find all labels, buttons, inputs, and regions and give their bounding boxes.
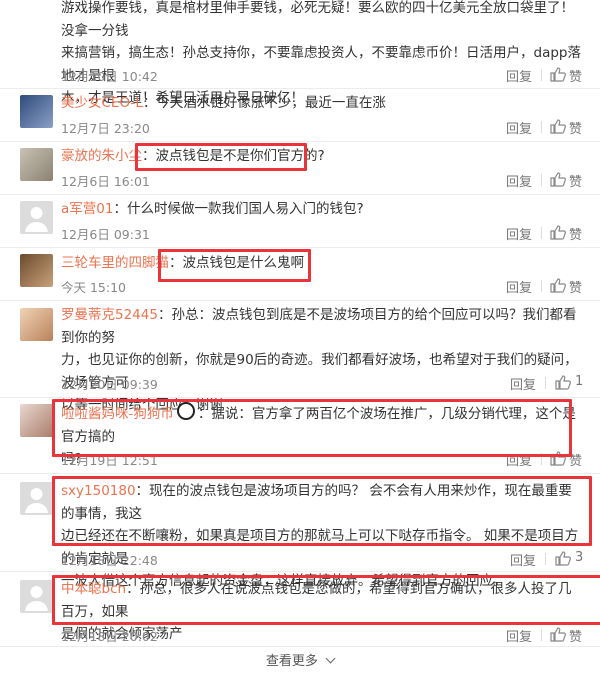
- like-count[interactable]: 3: [575, 550, 583, 565]
- divider: [0, 194, 600, 195]
- divider: [0, 397, 600, 398]
- like-label[interactable]: 赞: [569, 224, 582, 243]
- divider: [0, 88, 600, 89]
- reply-button[interactable]: 回复: [506, 224, 532, 243]
- divider: [0, 300, 600, 301]
- reply-button[interactable]: 回复: [506, 118, 532, 137]
- avatar[interactable]: [20, 580, 53, 613]
- like-label[interactable]: 赞: [569, 277, 582, 296]
- divider: [0, 473, 600, 474]
- comment-time: 12月18日 22:48: [61, 553, 158, 568]
- like-label[interactable]: 赞: [569, 626, 582, 645]
- reply-button[interactable]: 回复: [506, 66, 532, 85]
- divider: [545, 377, 546, 389]
- commenter-name[interactable]: 豪放的朱小尘: [61, 148, 142, 164]
- like-label[interactable]: 赞: [569, 118, 582, 137]
- view-more-link[interactable]: 查看更多: [0, 650, 600, 669]
- like-icon[interactable]: [555, 551, 571, 566]
- comment-text: a军营01：什么时候做一款我们国人易入门的钱包?: [61, 201, 364, 217]
- highlight-box: [158, 249, 311, 282]
- divider: [541, 69, 542, 81]
- comment-text: 三轮车里的四脚猫：波点钱包是什么鬼啊: [61, 255, 304, 271]
- like-icon[interactable]: [550, 67, 566, 82]
- like-icon[interactable]: [550, 278, 566, 293]
- avatar[interactable]: [20, 254, 53, 287]
- comment-time: 12月18日 20:02: [61, 629, 158, 644]
- like-icon[interactable]: [550, 119, 566, 134]
- reply-button[interactable]: 回复: [506, 277, 532, 296]
- commenter-name[interactable]: 罗曼蒂克52445: [61, 307, 158, 323]
- divider: [541, 174, 542, 186]
- avatar[interactable]: [20, 95, 53, 128]
- commenter-name[interactable]: a军营01: [61, 201, 113, 217]
- avatar[interactable]: [20, 308, 53, 341]
- divider: [0, 646, 600, 647]
- reply-button[interactable]: 回复: [510, 374, 536, 393]
- divider: [541, 629, 542, 641]
- like-icon[interactable]: [550, 225, 566, 240]
- divider: [541, 121, 542, 133]
- avatar[interactable]: [20, 201, 53, 234]
- highlight-box: [52, 575, 600, 625]
- like-label[interactable]: 赞: [569, 171, 582, 190]
- avatar[interactable]: [20, 148, 53, 181]
- divider: [545, 553, 546, 565]
- default-avatar-icon: [25, 586, 48, 611]
- comment-time: 12月6日 09:31: [61, 227, 150, 242]
- like-icon[interactable]: [550, 627, 566, 642]
- like-icon[interactable]: [550, 172, 566, 187]
- chevron-down-icon: [325, 653, 336, 664]
- comment-time: 12月7日 23:20: [61, 121, 150, 136]
- commenter-name[interactable]: 三轮车里的四脚猫: [61, 255, 169, 271]
- divider: [0, 247, 600, 248]
- comment-time: 12月10日 10:42: [61, 69, 158, 84]
- comment-time: 12月6日 16:01: [61, 174, 150, 189]
- default-avatar-icon: [25, 488, 48, 513]
- comment-time: 今天 15:10: [61, 280, 126, 295]
- divider: [541, 280, 542, 292]
- comment-text: 美少女CEO-L：今天酒水链好像涨不少，最近一直在涨: [61, 95, 386, 111]
- avatar[interactable]: [20, 404, 53, 437]
- avatar[interactable]: [20, 482, 53, 515]
- like-count[interactable]: 1: [575, 374, 583, 389]
- reply-button[interactable]: 回复: [510, 550, 536, 569]
- divider: [0, 571, 600, 572]
- reply-button[interactable]: 回复: [506, 171, 532, 190]
- comment-time: 12月20日 09:39: [61, 377, 158, 392]
- divider: [541, 227, 542, 239]
- commenter-name[interactable]: 美少女CEO-L: [61, 95, 143, 111]
- default-avatar-icon: [25, 207, 48, 232]
- like-label[interactable]: 赞: [569, 66, 582, 85]
- like-icon[interactable]: [555, 375, 571, 390]
- highlight-box: [52, 476, 592, 546]
- reply-button[interactable]: 回复: [506, 626, 532, 645]
- divider: [0, 141, 600, 142]
- highlight-box: [135, 143, 307, 171]
- highlight-box: [52, 399, 572, 457]
